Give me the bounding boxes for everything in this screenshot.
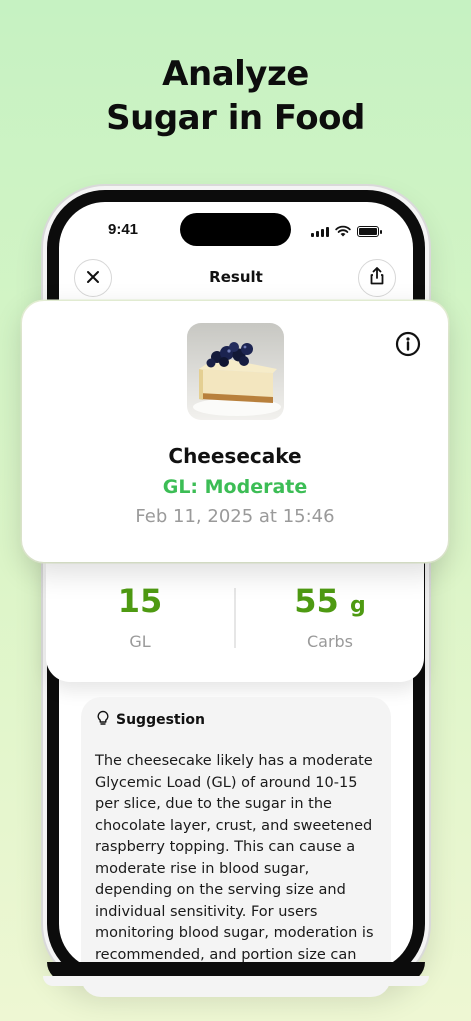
status-icons	[311, 222, 382, 241]
close-icon	[86, 269, 100, 288]
suggestion-text: The cheesecake likely has a moderate Gly…	[95, 753, 374, 963]
info-button[interactable]	[394, 330, 422, 358]
phone-frame-bottom	[43, 976, 429, 986]
headline-line-2: Sugar in Food	[106, 98, 365, 138]
carbs-unit: g	[349, 593, 366, 618]
scan-timestamp: Feb 11, 2025 at 15:46	[135, 506, 335, 527]
page-title: Result	[209, 268, 263, 286]
info-icon	[394, 331, 422, 362]
gl-value-number: 15	[117, 582, 163, 620]
wifi-icon	[335, 222, 351, 241]
carbs-value: 55 g	[260, 582, 400, 620]
gl-label: GL	[129, 632, 151, 651]
suggestion-title: Suggestion	[116, 712, 205, 728]
carbs-value-number: 55	[294, 582, 339, 620]
food-image	[187, 323, 284, 420]
lightbulb-icon	[96, 710, 110, 730]
dynamic-island	[180, 213, 291, 246]
gl-value: 15	[80, 582, 200, 620]
carbs-label: Carbs	[306, 632, 354, 651]
gl-level: GL: Moderate	[162, 476, 308, 498]
signal-icon	[311, 226, 329, 237]
promo-headline: Analyze Sugar in Food	[0, 52, 471, 140]
close-button[interactable]	[74, 259, 112, 297]
share-button[interactable]	[358, 259, 396, 297]
food-name: Cheesecake	[168, 444, 302, 468]
stats-divider	[234, 588, 236, 648]
status-time: 9:41	[108, 221, 139, 238]
headline-line-1: Analyze	[162, 54, 309, 94]
suggestion-header: Suggestion	[96, 710, 205, 730]
share-icon	[369, 267, 385, 289]
battery-icon	[357, 225, 382, 237]
